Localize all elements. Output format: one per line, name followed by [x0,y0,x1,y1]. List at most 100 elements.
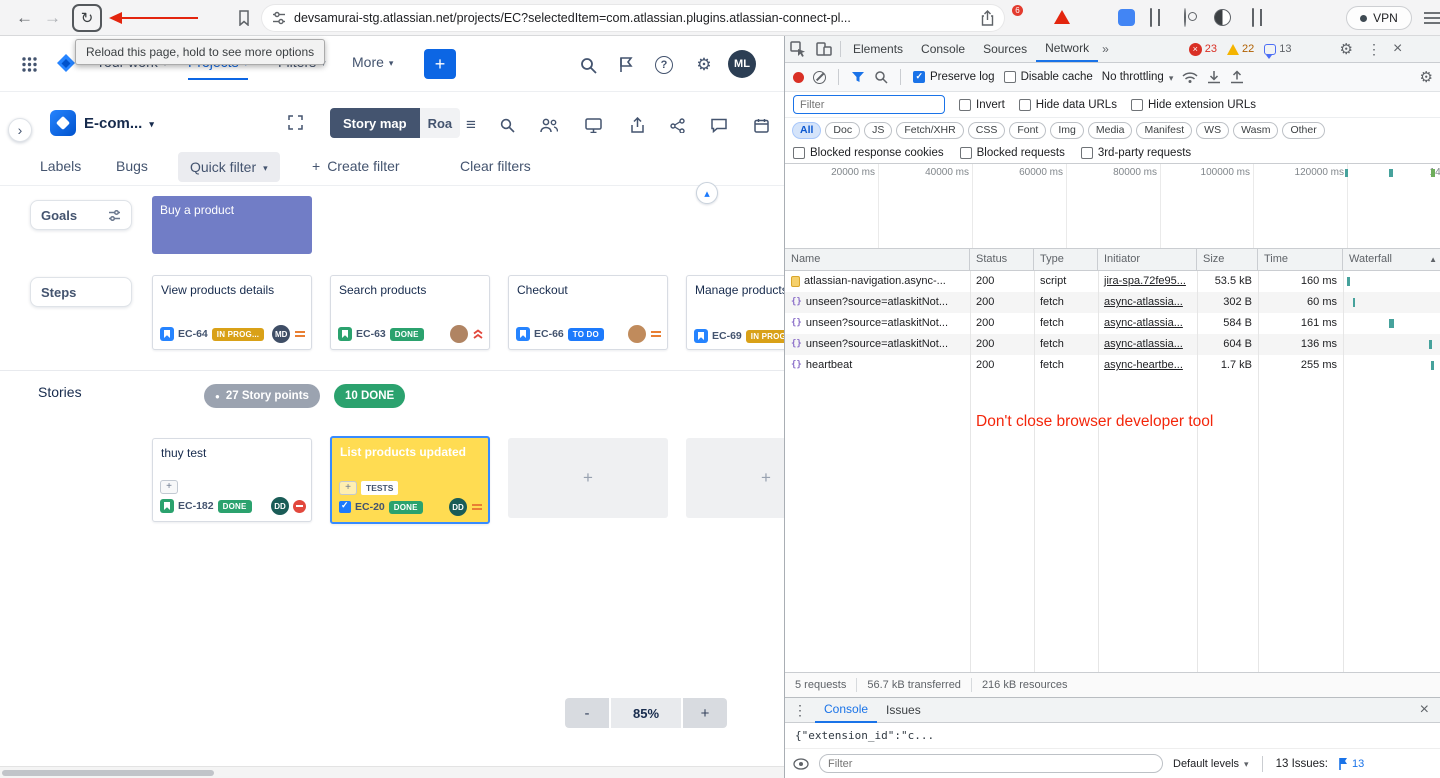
add-label-button[interactable]: + [160,480,178,494]
assignee-avatar[interactable]: DD [271,497,289,515]
network-settings-icon[interactable]: ⚙ [1420,70,1433,85]
export-icon[interactable] [624,112,650,138]
hide-extension-urls-checkbox[interactable] [1131,99,1143,111]
filter-chip-css[interactable]: CSS [968,122,1006,139]
step-card[interactable]: Manage products EC-69 IN PROG... [686,275,784,350]
goals-row-label[interactable]: Goals [30,200,132,230]
request-initiator[interactable]: async-atlassia... [1098,334,1197,355]
step-card[interactable]: Search products EC-63 DONE [330,275,490,350]
assignee-avatar[interactable] [450,325,468,343]
issues-count[interactable]: 13 [1264,43,1291,55]
request-initiator[interactable]: jira-spa.72fe95... [1098,271,1197,292]
tab-roadmap[interactable]: Roa [420,108,460,138]
extension-circles-icon[interactable] [1184,8,1186,27]
hide-extension-urls-option[interactable]: Hide extension URLs [1131,99,1256,111]
scrollbar-thumb[interactable] [2,770,214,776]
warning-count[interactable]: 22 [1227,43,1254,55]
filter-labels-button[interactable]: Labels [40,158,81,174]
help-icon[interactable]: ? [652,53,676,77]
add-card-placeholder[interactable]: + [508,438,668,518]
filter-funnel-icon[interactable] [851,71,865,83]
blocked-cookies-option[interactable]: Blocked response cookies [793,147,944,159]
drawer-menu-icon[interactable]: ⋮ [793,703,807,717]
share-nodes-icon[interactable] [664,112,690,138]
devtools-menu-icon[interactable]: ⋮ [1367,42,1381,56]
eye-icon[interactable] [793,758,809,770]
network-overview-timeline[interactable]: 20000 ms 40000 ms 60000 ms 80000 ms 1000… [785,164,1440,249]
clear-network-log-icon[interactable] [813,71,826,84]
steps-row-label[interactable]: Steps [30,277,132,307]
network-request-row[interactable]: unseen?source=atlaskitNot... 200 fetch a… [785,292,1440,313]
console-filter-input[interactable] [819,754,1163,773]
people-icon[interactable] [536,112,562,138]
extension-sheet-icon[interactable] [1252,8,1254,27]
story-card[interactable]: thuy test + EC-182 DONE DD [152,438,312,522]
site-settings-icon[interactable] [272,11,286,25]
quick-filter-dropdown[interactable]: Quick filter▾ [178,152,280,182]
disable-cache-option[interactable]: Disable cache [1004,71,1093,83]
network-request-row[interactable]: unseen?source=atlaskitNot... 200 fetch a… [785,334,1440,355]
throttling-dropdown[interactable]: No throttling ▾ [1102,71,1174,83]
browser-back-icon[interactable]: ← [16,9,33,26]
add-card-placeholder[interactable]: + [686,438,784,518]
column-waterfall[interactable]: Waterfall▲ [1343,249,1440,271]
search-icon[interactable] [576,53,600,77]
devtools-settings-icon[interactable]: ⚙ [1340,42,1353,57]
filter-chip-other[interactable]: Other [1282,122,1324,139]
goal-card[interactable]: Buy a product [152,196,312,254]
sidebar-expand-button[interactable]: › [8,118,32,142]
preserve-log-option[interactable]: Preserve log [913,71,995,83]
tab-network[interactable]: Network [1036,36,1098,62]
third-party-checkbox[interactable] [1081,147,1093,159]
scroll-up-button[interactable]: ▴ [696,182,718,204]
network-request-row[interactable]: heartbeat 200 fetch async-heartbe... 1.7… [785,355,1440,376]
hide-data-urls-checkbox[interactable] [1019,99,1031,111]
filter-chip-js[interactable]: JS [864,122,892,139]
extension-grid-icon[interactable] [1150,8,1152,27]
share-icon[interactable] [981,10,994,26]
tab-elements[interactable]: Elements [844,36,912,62]
card-checkbox[interactable] [339,501,351,513]
story-card-selected[interactable]: List products updated + TESTS EC-20 DONE… [330,436,490,524]
column-initiator[interactable]: Initiator [1098,249,1197,271]
comment-icon[interactable] [706,112,732,138]
zoom-out-button[interactable]: - [565,698,609,728]
filter-chip-all[interactable]: All [792,122,821,139]
settings-gear-icon[interactable]: ⚙ [692,53,716,77]
network-request-row[interactable]: unseen?source=atlaskitNot... 200 fetch a… [785,313,1440,334]
filter-chip-media[interactable]: Media [1088,122,1133,139]
step-card[interactable]: Checkout EC-66 TO DO [508,275,668,350]
create-filter-button[interactable]: +Create filter [312,158,400,174]
request-initiator[interactable]: async-heartbe... [1098,355,1197,376]
calendar-icon[interactable] [748,112,774,138]
filter-chip-manifest[interactable]: Manifest [1136,122,1192,139]
log-levels-dropdown[interactable]: Default levels ▾ [1173,758,1249,770]
network-search-icon[interactable] [874,70,888,84]
browser-menu-icon[interactable] [1424,11,1440,25]
drawer-tab-console[interactable]: Console [815,697,877,723]
horizontal-scrollbar[interactable] [0,766,784,778]
devtools-close-icon[interactable]: × [1393,41,1402,57]
rows-icon[interactable]: ≡ [458,112,484,138]
assignee-avatar[interactable]: DD [449,498,467,516]
zoom-in-button[interactable]: + [683,698,727,728]
blocked-requests-option[interactable]: Blocked requests [960,147,1065,159]
assignee-avatar[interactable]: MD [272,325,290,343]
invert-option[interactable]: Invert [959,99,1005,111]
export-har-icon[interactable] [1230,70,1244,84]
filter-chip-doc[interactable]: Doc [825,122,860,139]
filter-chip-ws[interactable]: WS [1196,122,1229,139]
tab-sources[interactable]: Sources [974,36,1036,62]
invert-checkbox[interactable] [959,99,971,111]
clear-filters-button[interactable]: Clear filters [460,158,531,174]
assignee-avatar[interactable] [628,325,646,343]
address-bar[interactable] [262,5,1004,31]
error-count[interactable]: 23 [1189,43,1217,56]
drawer-tab-issues[interactable]: Issues [877,697,930,723]
column-status[interactable]: Status [970,249,1034,271]
user-avatar[interactable]: ML [728,50,756,78]
import-har-icon[interactable] [1207,70,1221,84]
filter-bugs-button[interactable]: Bugs [116,158,148,174]
network-conditions-icon[interactable] [1182,71,1198,83]
column-name[interactable]: Name [785,249,970,271]
